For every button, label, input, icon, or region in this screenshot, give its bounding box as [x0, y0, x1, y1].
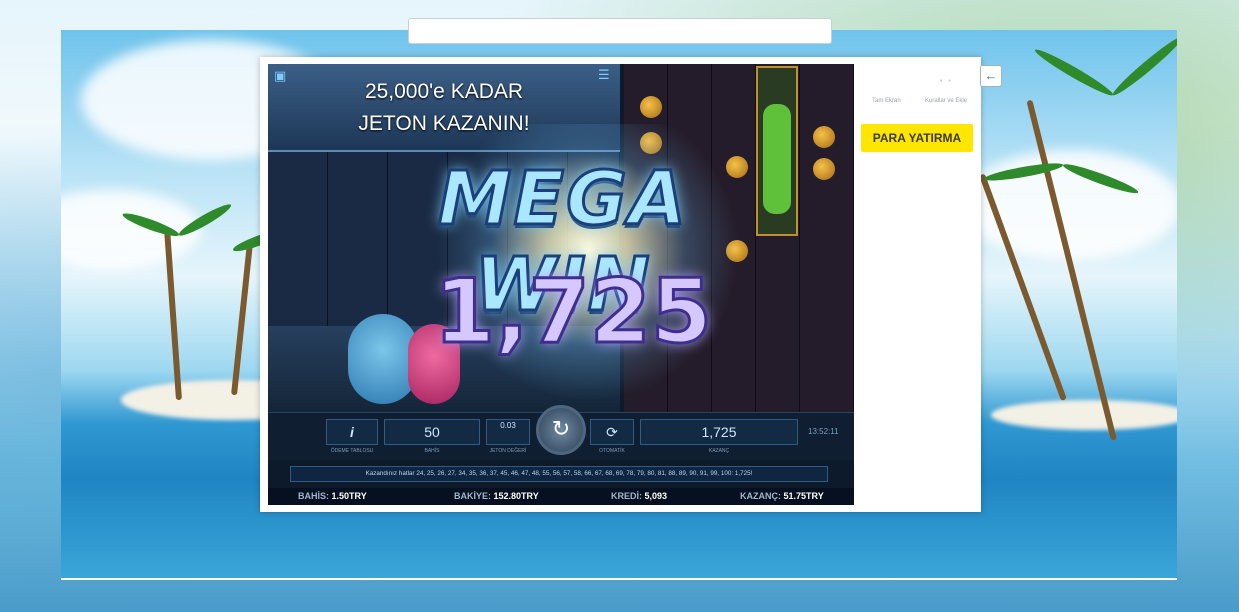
- more-dots-icon[interactable]: • •: [940, 78, 953, 85]
- coin-symbol-icon: [813, 158, 835, 180]
- status-balance-value: 152.80TRY: [493, 491, 539, 501]
- rules-link[interactable]: Kurallar ve Ekle: [925, 98, 967, 104]
- autoplay-button[interactable]: ⟳: [590, 419, 634, 445]
- bet-caption: BAHİS: [424, 448, 440, 454]
- autoplay-caption: OTOMATİK: [599, 448, 625, 454]
- paytable-button[interactable]: i: [326, 419, 378, 445]
- fullscreen-icon[interactable]: ▣: [274, 68, 286, 84]
- clock: 13:52:11: [808, 427, 839, 436]
- status-win-value: 51.75TRY: [783, 491, 824, 501]
- winning-lines-message: Kazandınız hatlar 24, 25, 26, 27, 34, 35…: [290, 466, 828, 482]
- footer-line: [61, 578, 1177, 580]
- status-balance: BAKİYE: 152.80TRY: [454, 491, 539, 501]
- spin-button[interactable]: ↻: [536, 405, 586, 455]
- paytable-caption: ÖDEME TABLOSU: [330, 448, 374, 454]
- coin-value-caption: JETON DEĞERİ: [489, 448, 527, 454]
- menu-icon[interactable]: ☰: [598, 67, 610, 83]
- frog-wild-icon: [763, 104, 791, 214]
- status-bet-value: 1.50TRY: [331, 491, 367, 501]
- fullscreen-link[interactable]: Tam Ekran: [872, 98, 901, 104]
- coin-value-field[interactable]: 0.03: [486, 419, 530, 445]
- slot-game[interactable]: 25,000'e KADAR JETON KAZANIN! ▣ ☰ MEGA W…: [268, 64, 854, 505]
- status-bar: BAHİS: 1.50TRY BAKİYE: 152.80TRY KREDİ: …: [268, 488, 854, 505]
- back-arrow-icon[interactable]: ←: [980, 65, 1002, 87]
- coin-symbol-icon: [813, 126, 835, 148]
- mega-win-amount: 1,725: [432, 259, 713, 365]
- bet-field[interactable]: 50: [384, 419, 480, 445]
- top-banner: [408, 18, 832, 44]
- status-credit-value: 5,093: [644, 491, 668, 501]
- win-field: 1,725: [640, 419, 798, 445]
- status-win: KAZANÇ: 51.75TRY: [740, 491, 824, 501]
- deposit-button[interactable]: PARA YATIRMA: [861, 124, 973, 152]
- win-caption: KAZANÇ: [708, 448, 730, 454]
- control-bar: i ÖDEME TABLOSU 50 BAHİS 0.03 JETON DEĞE…: [268, 405, 854, 460]
- coin-symbol-icon: [640, 96, 662, 118]
- promo-line-1: 25,000'e KADAR: [364, 80, 524, 103]
- status-bet: BAHİS: 1.50TRY: [298, 491, 367, 501]
- status-credit: KREDİ: 5,093: [611, 491, 668, 501]
